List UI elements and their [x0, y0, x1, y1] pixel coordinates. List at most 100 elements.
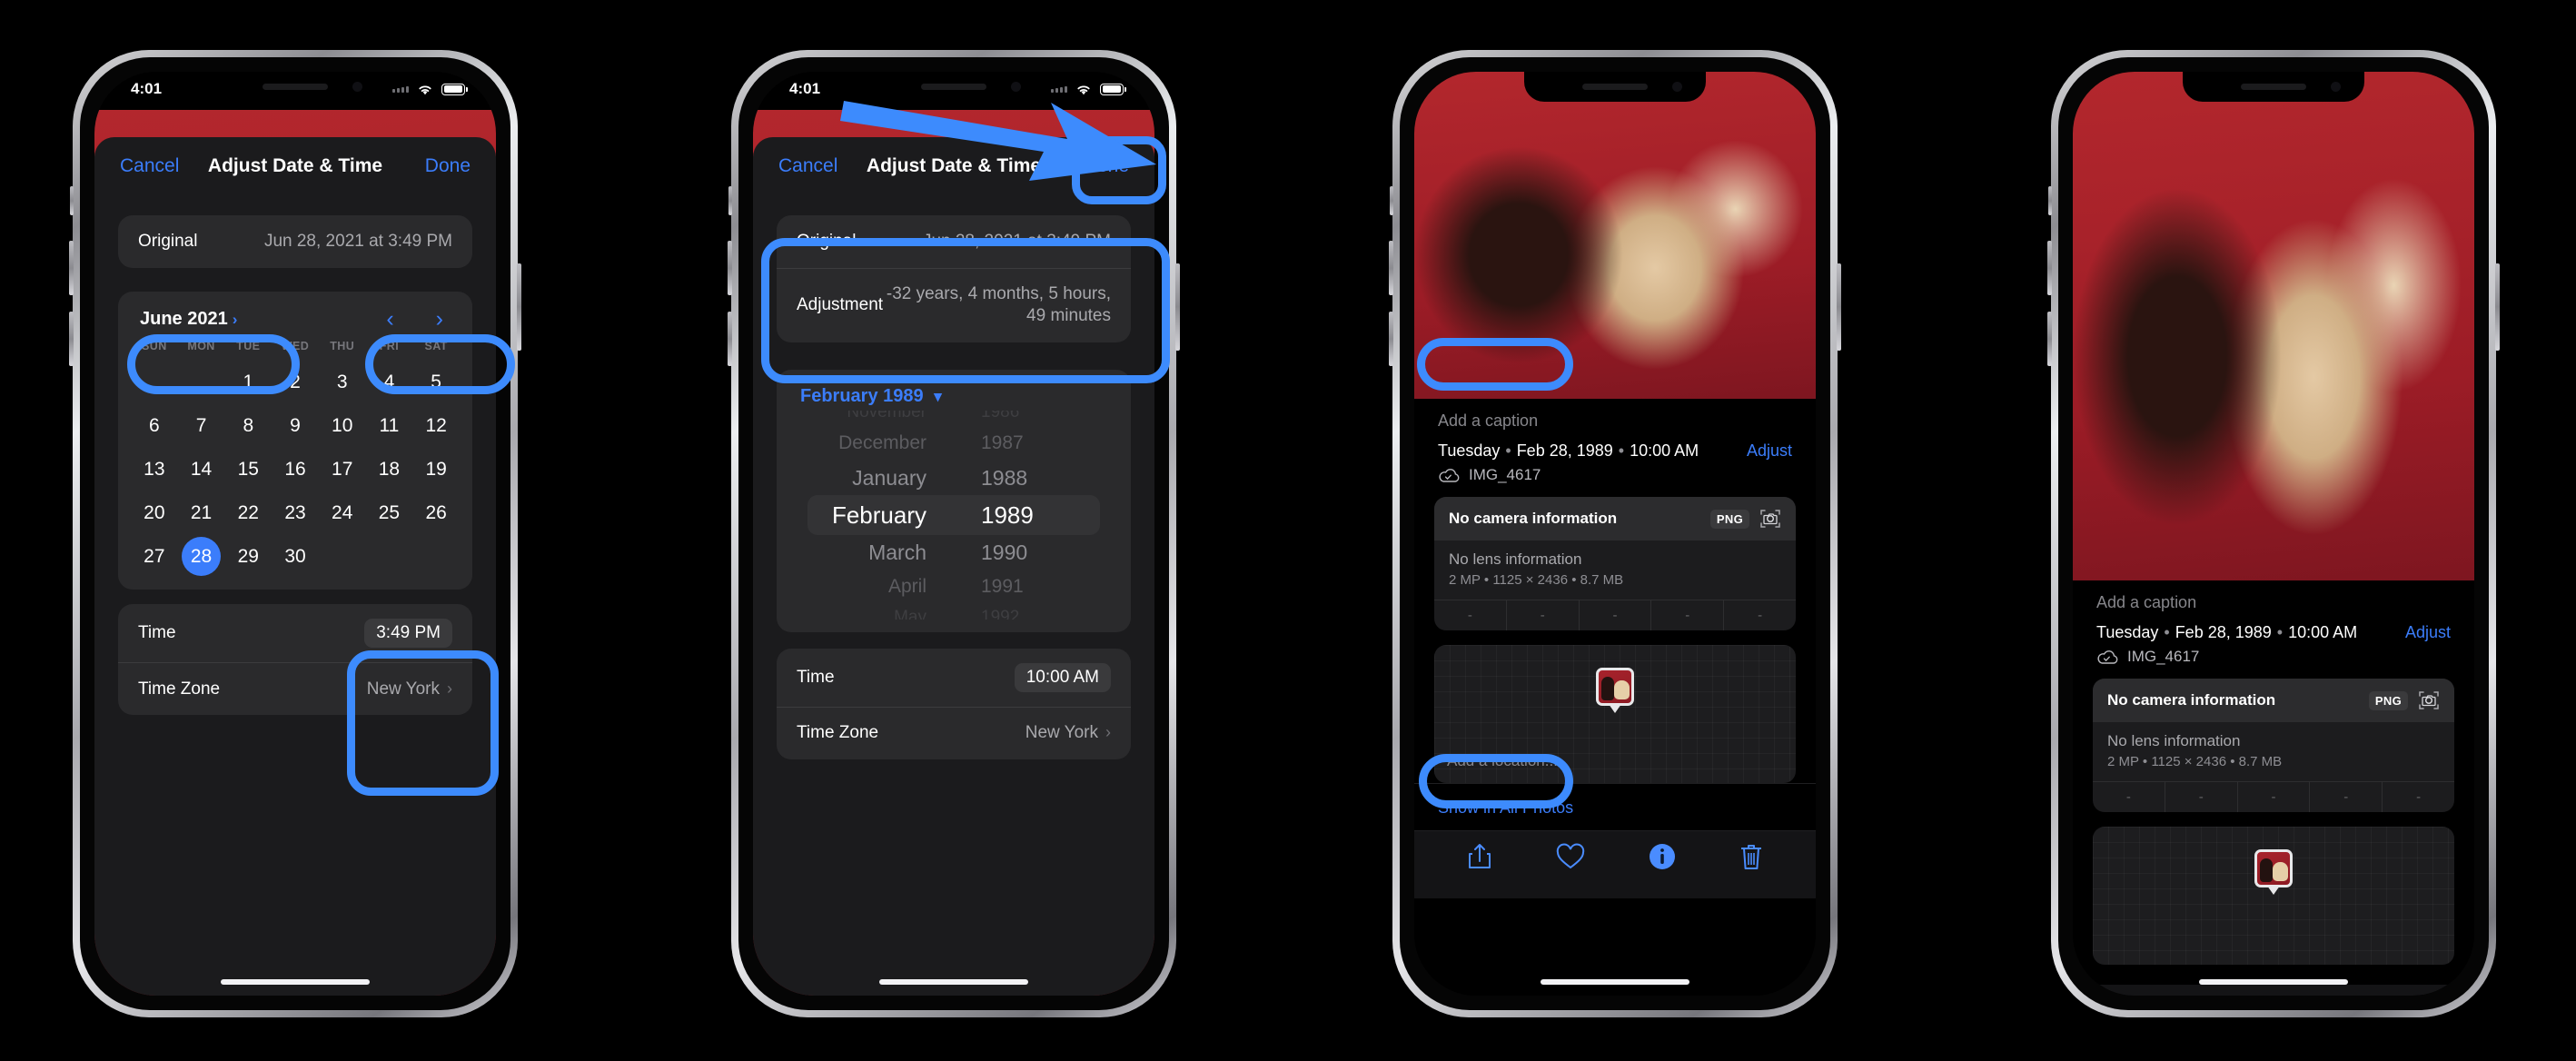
calendar-day[interactable]: 7 [178, 405, 225, 446]
volume-up-button[interactable] [1389, 241, 1393, 295]
picker-header-button[interactable]: February 1989 ▾ [777, 370, 1131, 411]
volume-up-button[interactable] [728, 241, 732, 295]
volume-up-button[interactable] [2047, 241, 2052, 295]
trash-icon[interactable] [1739, 842, 1764, 871]
calendar-day[interactable]: 26 [412, 492, 460, 533]
calendar-day[interactable]: 6 [131, 405, 178, 446]
calendar-day[interactable]: 27 [131, 536, 178, 577]
adjust-button[interactable]: Adjust [1747, 441, 1792, 461]
volume-up-button[interactable] [69, 241, 74, 295]
exif-dash-cell: - [1651, 600, 1725, 630]
year-wheel-column[interactable]: 1986 1987 1988 1989 1990 1991 1992 [954, 411, 1107, 620]
year-option[interactable]: 1991 [981, 570, 1024, 604]
year-option[interactable]: 1992 [981, 604, 1019, 620]
calendar-day[interactable]: 29 [224, 536, 272, 577]
notch [1524, 72, 1706, 102]
next-month-button[interactable]: › [436, 306, 443, 332]
calendar-day[interactable]: 23 [272, 492, 319, 533]
power-button[interactable] [517, 263, 521, 351]
calendar-day[interactable]: 17 [319, 449, 366, 490]
month-option[interactable]: May [894, 604, 926, 620]
month-option[interactable]: February [832, 495, 926, 535]
time-zone-row[interactable]: Time Zone New York › [118, 662, 472, 715]
calendar-day-grid[interactable]: 1 2 3 4 5 6 7 8 9 10 11 12 13 14 15 16 17 18 19 20 21 22 23 24 2… [118, 352, 472, 584]
heart-icon[interactable] [1556, 843, 1585, 870]
volume-down-button[interactable] [2047, 312, 2052, 366]
adjust-button[interactable]: Adjust [2405, 623, 2451, 642]
month-year-wheel[interactable]: November December January February March Apri… [800, 411, 1107, 620]
calendar-day[interactable]: 10 [319, 405, 366, 446]
volume-down-button[interactable] [1389, 312, 1393, 366]
location-map-card[interactable]: Add a location... [1434, 645, 1796, 783]
calendar-day[interactable]: 22 [224, 492, 272, 533]
add-location-button[interactable]: Add a location... [1447, 752, 1558, 770]
power-button[interactable] [1175, 263, 1180, 351]
photo-viewer[interactable] [1414, 72, 1816, 399]
calendar-day[interactable]: 25 [366, 492, 413, 533]
calendar-day[interactable]: 2 [272, 362, 319, 402]
month-option[interactable]: April [888, 570, 926, 604]
calendar-day[interactable]: 4 [366, 362, 413, 402]
year-option[interactable]: 1987 [981, 426, 1024, 461]
info-icon[interactable] [1649, 843, 1676, 870]
month-option[interactable]: March [868, 535, 926, 570]
time-value-button[interactable]: 3:49 PM [364, 619, 452, 648]
calendar-day[interactable]: 24 [319, 492, 366, 533]
calendar-day-selected[interactable]: 28 [178, 536, 225, 577]
year-option[interactable]: 1986 [981, 411, 1019, 426]
calendar-day[interactable]: 13 [131, 449, 178, 490]
caption-input[interactable]: Add a caption [2073, 580, 2474, 621]
cancel-button[interactable]: Cancel [778, 155, 837, 177]
camera-frame-icon[interactable] [1759, 508, 1781, 530]
month-wheel-column[interactable]: November December January February March Apri… [800, 411, 954, 620]
calendar-day[interactable]: 15 [224, 449, 272, 490]
calendar-day[interactable]: 21 [178, 492, 225, 533]
month-option[interactable]: December [838, 426, 926, 461]
mute-switch[interactable] [2048, 186, 2052, 215]
format-badge: PNG [1709, 509, 1749, 529]
photo-map-pin[interactable] [2254, 849, 2293, 896]
year-option[interactable]: 1989 [981, 495, 1034, 535]
calendar-day[interactable]: 3 [319, 362, 366, 402]
calendar-day[interactable]: 8 [224, 405, 272, 446]
calendar-day[interactable]: 20 [131, 492, 178, 533]
time-value-button[interactable]: 10:00 AM [1014, 662, 1111, 692]
location-map-card[interactable] [2093, 827, 2454, 965]
calendar-day[interactable]: 1 [224, 362, 272, 402]
volume-down-button[interactable] [728, 312, 732, 366]
calendar-day[interactable]: 19 [412, 449, 460, 490]
photo-map-pin[interactable] [1596, 668, 1634, 714]
done-button[interactable]: Done [425, 155, 471, 177]
time-zone-row[interactable]: Time Zone New York › [777, 706, 1131, 759]
mute-switch[interactable] [70, 186, 74, 215]
power-button[interactable] [2495, 263, 2500, 351]
calendar-day[interactable]: 16 [272, 449, 319, 490]
year-option[interactable]: 1990 [981, 535, 1027, 570]
previous-month-button[interactable]: ‹ [386, 306, 393, 332]
cancel-button[interactable]: Cancel [120, 155, 179, 177]
show-in-all-photos-link[interactable]: Show in All Photos [1414, 783, 1816, 830]
share-icon[interactable] [1466, 842, 1493, 871]
volume-down-button[interactable] [69, 312, 74, 366]
camera-frame-icon[interactable] [2418, 689, 2440, 711]
calendar-day[interactable]: 18 [366, 449, 413, 490]
time-label: Time [797, 667, 835, 687]
month-year-button[interactable]: June 2021 › [140, 309, 237, 330]
phone-4-screen: Add a caption Tuesday • Feb 28, 1989 • 10:00… [2073, 72, 2474, 996]
photo-viewer[interactable] [2073, 72, 2474, 580]
calendar-day[interactable]: 5 [412, 362, 460, 402]
calendar-day[interactable]: 11 [366, 405, 413, 446]
icloud-check-icon [1439, 468, 1460, 482]
calendar-day[interactable]: 9 [272, 405, 319, 446]
caption-input[interactable]: Add a caption [1414, 399, 1816, 440]
mute-switch[interactable] [1390, 186, 1393, 215]
month-option[interactable]: January [852, 461, 926, 495]
power-button[interactable] [1837, 263, 1841, 351]
calendar-day[interactable]: 30 [272, 536, 319, 577]
status-time: 4:01 [789, 80, 821, 97]
calendar-day[interactable]: 14 [178, 449, 225, 490]
month-option[interactable]: November [847, 411, 926, 426]
calendar-day[interactable]: 12 [412, 405, 460, 446]
year-option[interactable]: 1988 [981, 461, 1027, 495]
mute-switch[interactable] [728, 186, 732, 215]
